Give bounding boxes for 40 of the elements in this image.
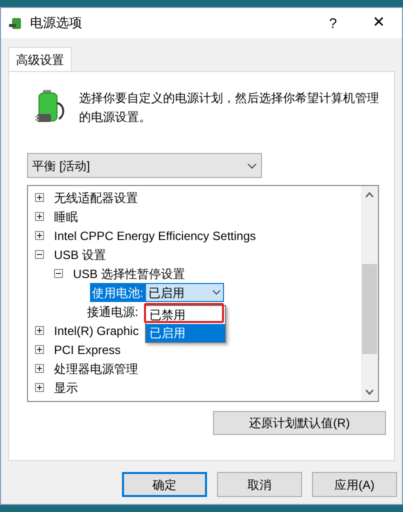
expand-icon[interactable] (35, 212, 44, 221)
window-title: 电源选项 (30, 14, 82, 32)
setting-label[interactable]: 接通电源: (85, 302, 140, 321)
expand-icon[interactable] (35, 345, 44, 354)
dialog-button[interactable]: 应用(A) (312, 472, 397, 497)
tree-item[interactable]: 处理器电源管理 (54, 360, 138, 378)
expand-icon[interactable] (35, 193, 44, 202)
battery-plug-icon (9, 16, 23, 30)
description-text: 选择你要自定义的电源计划，然后选择你希望计算机管理的电源设置。 (79, 90, 379, 126)
tree-item[interactable]: USB 设置 (54, 246, 106, 264)
scroll-down-icon[interactable] (365, 389, 374, 395)
tab[interactable]: 高级设置 (8, 47, 72, 71)
collapse-icon[interactable] (35, 250, 44, 259)
tree-item[interactable]: 显示 (54, 378, 78, 396)
plan-dropdown[interactable]: 平衡 [活动] (27, 153, 262, 178)
dropdown-option[interactable]: 已禁用 (146, 306, 226, 324)
dropdown-option[interactable]: 已启用 (146, 324, 226, 342)
restore-defaults-button[interactable]: 还原计划默认值(R) (213, 411, 386, 435)
expand-icon[interactable] (35, 364, 44, 373)
chevron-down-icon (212, 290, 222, 295)
tree-item[interactable]: Intel(R) Graphic (54, 322, 139, 340)
dialog-button[interactable]: 取消 (217, 472, 302, 497)
tree-item[interactable]: Intel CPPC Energy Efficiency Settings (54, 226, 256, 244)
expand-icon[interactable] (35, 383, 44, 392)
setting-dropdown[interactable]: 已启用 (145, 283, 224, 302)
scrollbar[interactable] (361, 186, 378, 401)
tree-item[interactable]: 无线适配器设置 (54, 188, 138, 206)
dialog-button[interactable]: 确定 (122, 472, 207, 497)
scroll-up-icon[interactable] (365, 192, 374, 198)
expand-icon[interactable] (35, 326, 44, 335)
setting-label[interactable]: 使用电池: (90, 283, 146, 302)
close-button[interactable]: ✕ (356, 8, 402, 38)
chevron-down-icon (247, 162, 257, 168)
tree-item[interactable]: PCI Express (54, 340, 121, 358)
collapse-icon[interactable] (54, 269, 63, 278)
help-button[interactable]: ? (318, 8, 348, 38)
tree-item[interactable]: 睡眠 (54, 208, 78, 226)
tree-item[interactable]: USB 选择性暂停设置 (73, 264, 186, 282)
expand-icon[interactable] (35, 231, 44, 240)
scroll-thumb[interactable] (362, 264, 377, 354)
